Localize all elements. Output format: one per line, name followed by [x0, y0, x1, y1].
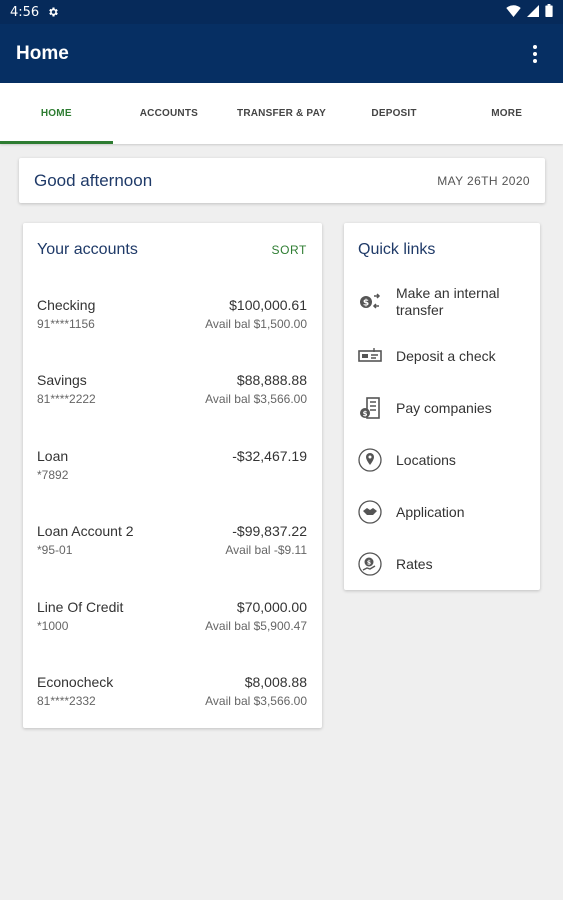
greeting-text: Good afternoon — [34, 170, 153, 190]
quick-links-title: Quick links — [358, 241, 436, 258]
rates-icon: $ — [358, 552, 382, 576]
account-number: 81****2332 — [37, 694, 96, 708]
quick-link-label: Locations — [396, 451, 456, 468]
account-balance: $88,888.88 — [236, 372, 307, 388]
quick-link-pay-companies[interactable]: $ Pay companies — [358, 396, 532, 420]
status-time: 4:56 — [10, 4, 40, 20]
tab-more[interactable]: MORE — [450, 83, 563, 144]
quick-link-label: Deposit a check — [396, 347, 496, 364]
accounts-card: Your accounts SORT Checking $100,000.61 9… — [23, 223, 322, 728]
account-number: 81****2222 — [37, 392, 96, 406]
quick-link-label: Rates — [396, 555, 433, 572]
tab-deposit[interactable]: DEPOSIT — [338, 83, 451, 144]
tab-accounts[interactable]: ACCOUNTS — [113, 83, 226, 144]
quick-link-application[interactable]: Application — [358, 500, 532, 524]
pay-companies-icon: $ — [358, 396, 382, 420]
account-available-balance: Avail bal $3,566.00 — [205, 392, 307, 406]
account-balance: -$99,837.22 — [232, 523, 307, 539]
signal-icon — [527, 4, 539, 20]
battery-icon — [545, 4, 553, 20]
handshake-icon — [358, 500, 382, 524]
quick-link-label: Pay companies — [396, 399, 492, 416]
account-available-balance: Avail bal $5,900.47 — [205, 619, 307, 633]
more-options-icon[interactable] — [523, 42, 547, 66]
account-item-loan[interactable]: Loan -$32,467.19 *7892 — [37, 448, 307, 488]
account-balance: $8,008.88 — [244, 674, 307, 690]
account-balance: $100,000.61 — [229, 297, 307, 313]
account-name: Loan — [37, 448, 69, 464]
account-item-econocheck[interactable]: Econocheck $8,008.88 81****2332 Avail bal … — [37, 674, 307, 714]
account-name: Loan Account 2 — [37, 523, 134, 539]
tab-home[interactable]: HOME — [0, 83, 113, 144]
wifi-icon — [506, 4, 521, 20]
account-number: *95-01 — [37, 543, 73, 557]
tab-transfer-pay[interactable]: TRANSFER & PAY — [225, 83, 338, 144]
account-balance: $70,000.00 — [236, 599, 307, 615]
svg-text:$: $ — [367, 560, 371, 567]
quick-link-label: Make an internal transfer — [396, 285, 500, 318]
page-title: Home — [16, 42, 69, 64]
account-name: Savings — [37, 372, 87, 388]
account-name: Checking — [37, 297, 96, 313]
location-pin-icon — [358, 448, 382, 472]
greeting-date: MAY 26TH 2020 — [437, 173, 530, 188]
greeting-card: Good afternoon MAY 26TH 2020 — [19, 158, 545, 203]
gear-icon — [47, 6, 59, 18]
svg-text:$: $ — [363, 410, 368, 418]
account-number: *1000 — [37, 619, 69, 633]
account-balance: -$32,467.19 — [232, 448, 307, 464]
account-available-balance: Avail bal -$9.11 — [225, 543, 307, 557]
quick-link-deposit-check[interactable]: Deposit a check — [358, 344, 532, 368]
app-bar: Home — [0, 24, 563, 83]
tab-bar: HOME ACCOUNTS TRANSFER & PAY DEPOSIT MOR… — [0, 83, 563, 144]
quick-link-internal-transfer[interactable]: $ Make an internal transfer — [358, 285, 532, 319]
account-item-loan-account-2[interactable]: Loan Account 2 -$99,837.22 *95-01 Avail ba… — [37, 523, 307, 563]
quick-link-rates[interactable]: $ Rates — [358, 552, 532, 576]
deposit-check-icon — [358, 344, 382, 368]
accounts-title: Your accounts — [37, 241, 138, 258]
account-item-savings[interactable]: Savings $88,888.88 81****2222 Avail bal $3… — [37, 372, 307, 412]
account-available-balance: Avail bal $3,566.00 — [205, 694, 307, 708]
account-item-checking[interactable]: Checking $100,000.61 91****1156 Avail bal … — [37, 297, 307, 337]
transfer-icon: $ — [358, 290, 382, 314]
account-available-balance: Avail bal $1,500.00 — [205, 317, 307, 331]
svg-text:$: $ — [363, 299, 369, 309]
quick-links-card: Quick links $ Make an internal transfer … — [344, 223, 540, 590]
quick-link-locations[interactable]: Locations — [358, 448, 532, 472]
account-name: Econocheck — [37, 674, 114, 690]
quick-link-label: Application — [396, 503, 465, 520]
sort-button[interactable]: SORT — [271, 243, 307, 257]
account-item-line-of-credit[interactable]: Line Of Credit $70,000.00 *1000 Avail bal … — [37, 599, 307, 639]
account-number: *7892 — [37, 468, 69, 482]
account-name: Line Of Credit — [37, 599, 124, 615]
status-bar: 4:56 — [0, 0, 563, 24]
account-number: 91****1156 — [37, 317, 95, 331]
